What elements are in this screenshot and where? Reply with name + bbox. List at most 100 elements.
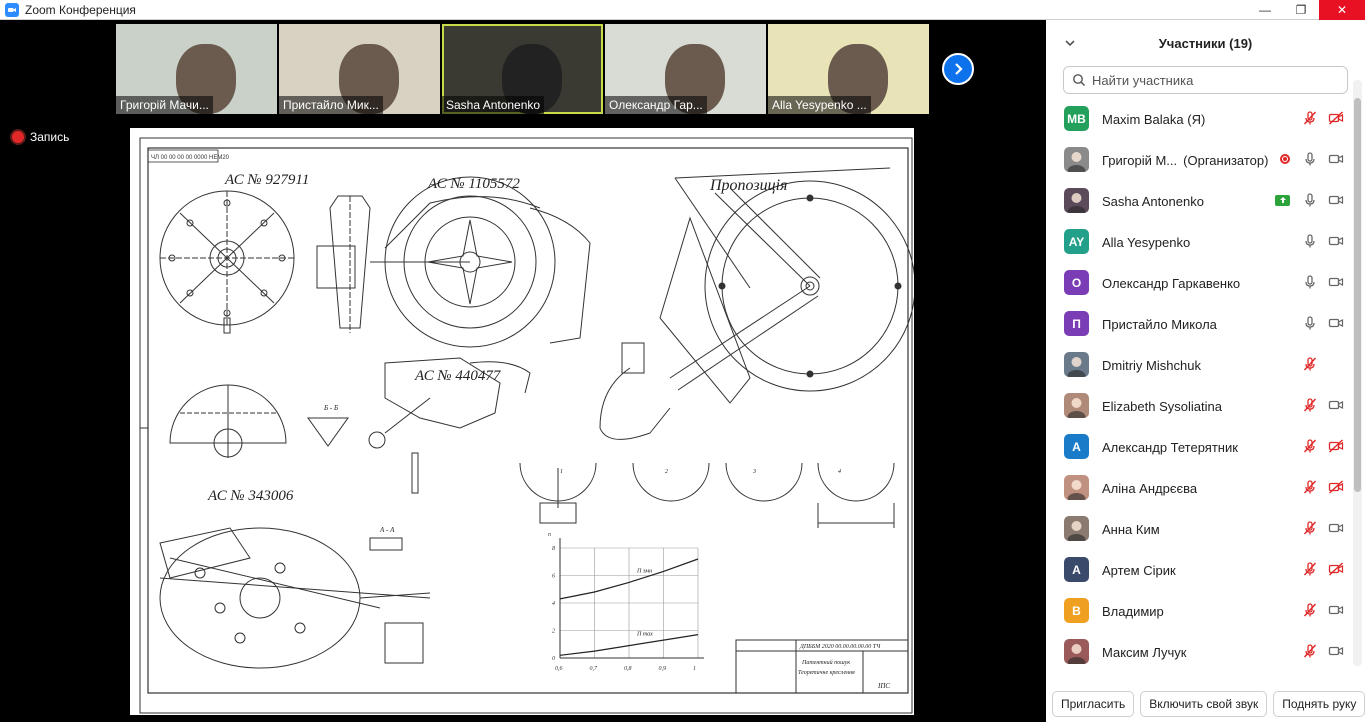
stamp-org: ІПС xyxy=(877,682,890,690)
fig-label-4: 4 xyxy=(838,468,841,475)
search-box[interactable] xyxy=(1063,66,1348,94)
participant-row[interactable]: Elizabeth Sysoliatina xyxy=(1046,386,1356,427)
participant-name-text: Maxim Balaka (Я) xyxy=(1102,112,1206,127)
mic-icon[interactable] xyxy=(1302,274,1318,290)
series-label: П эмн xyxy=(636,568,652,574)
label-ac-343006: АС № 343006 xyxy=(207,488,294,504)
video-thumbnail[interactable]: Sasha Antonenko xyxy=(442,24,603,114)
mic-muted-icon[interactable] xyxy=(1302,438,1318,454)
participant-name-text: Александр Тетерятник xyxy=(1102,440,1238,455)
x-tick-label: 1 xyxy=(693,666,696,672)
recording-icon xyxy=(1280,154,1290,164)
mic-icon[interactable] xyxy=(1302,233,1318,249)
participant-row[interactable]: Sasha Antonenko xyxy=(1046,181,1356,222)
participant-row[interactable]: Григорій М... (Организатор) xyxy=(1046,140,1356,181)
participant-row[interactable]: В Владимир xyxy=(1046,591,1356,632)
label-ac-1105572: АС № 1105572 xyxy=(427,176,520,192)
camera-icon[interactable] xyxy=(1328,643,1344,659)
panel-title: Участники (19) xyxy=(1158,35,1253,51)
chevron-down-icon[interactable] xyxy=(1063,36,1077,50)
mic-muted-icon[interactable] xyxy=(1302,520,1318,536)
mic-muted-icon[interactable] xyxy=(1302,397,1318,413)
video-thumbnail[interactable]: Олександр Гар... xyxy=(605,24,766,114)
video-thumbnail[interactable]: Пристайло Мик... xyxy=(279,24,440,114)
close-button[interactable]: ✕ xyxy=(1319,0,1365,20)
avatar: А xyxy=(1064,557,1089,582)
mic-muted-icon[interactable] xyxy=(1302,561,1318,577)
chevron-right-icon xyxy=(955,63,963,75)
label-section-b: Б - Б xyxy=(323,404,338,412)
panel-footer: Пригласить Включить свой звук Поднять ру… xyxy=(1046,686,1365,722)
label-ac-927911: АС № 927911 xyxy=(224,172,309,188)
next-page-button[interactable] xyxy=(942,53,974,85)
raise-hand-button[interactable]: Поднять руку xyxy=(1273,691,1365,717)
camera-icon[interactable] xyxy=(1328,233,1344,249)
participant-row[interactable]: Аліна Андрєєва xyxy=(1046,468,1356,509)
participant-row[interactable]: Анна Ким xyxy=(1046,509,1356,550)
camera-off-icon[interactable] xyxy=(1328,561,1344,577)
video-thumbnail[interactable]: Alla Yesypenko ... xyxy=(768,24,929,114)
invite-button[interactable]: Пригласить xyxy=(1052,691,1135,717)
participant-row[interactable]: MB Maxim Balaka (Я) xyxy=(1046,99,1356,140)
record-icon xyxy=(12,131,24,143)
participant-name: Олександр Гаркавенко xyxy=(1102,276,1240,291)
avatar xyxy=(1064,639,1089,664)
unmute-self-button[interactable]: Включить свой звук xyxy=(1140,691,1268,717)
mic-muted-icon[interactable] xyxy=(1302,643,1318,659)
photo-avatar-icon xyxy=(1067,357,1086,377)
avatar: В xyxy=(1064,598,1089,623)
participant-row[interactable]: П Пристайло Микола xyxy=(1046,304,1356,345)
mic-muted-icon[interactable] xyxy=(1302,110,1318,126)
camera-icon[interactable] xyxy=(1328,397,1344,413)
camera-icon[interactable] xyxy=(1328,151,1344,167)
avatar: MB xyxy=(1064,106,1089,131)
shared-screen: ЧЛ 00 00 00 00 0000 НЕМ20 АС № 927911 АС… xyxy=(130,128,914,715)
participant-row[interactable]: Максим Лучук xyxy=(1046,632,1356,673)
camera-off-icon[interactable] xyxy=(1328,479,1344,495)
photo-avatar-icon xyxy=(1067,152,1086,172)
avatar: О xyxy=(1064,270,1089,295)
screen-share-icon xyxy=(1275,194,1290,206)
label-section-a: А - А xyxy=(379,526,395,534)
thumbnail-name: Григорій Мачи... xyxy=(116,96,213,114)
participant-name-text: Григорій М... xyxy=(1102,153,1178,168)
participant-name-text: Артем Сірик xyxy=(1102,563,1176,578)
maximize-button[interactable]: ❐ xyxy=(1283,0,1319,20)
mic-muted-icon[interactable] xyxy=(1302,602,1318,618)
video-thumbnail[interactable]: Григорій Мачи... xyxy=(116,24,277,114)
corner-code: ЧЛ 00 00 00 00 0000 НЕМ20 xyxy=(151,155,230,161)
video-thumbnail-strip: Григорій Мачи... Пристайло Мик... Sasha An… xyxy=(116,24,929,114)
camera-icon[interactable] xyxy=(1328,315,1344,331)
participant-row[interactable]: О Олександр Гаркавенко xyxy=(1046,263,1356,304)
mic-icon[interactable] xyxy=(1302,151,1318,167)
photo-avatar-icon xyxy=(1067,193,1086,213)
mic-icon[interactable] xyxy=(1302,192,1318,208)
panel-header: Участники (19) xyxy=(1046,20,1365,66)
participant-name-text: Максим Лучук xyxy=(1102,645,1187,660)
camera-icon[interactable] xyxy=(1328,192,1344,208)
camera-off-icon[interactable] xyxy=(1328,438,1344,454)
mic-muted-icon[interactable] xyxy=(1302,356,1318,372)
camera-off-icon[interactable] xyxy=(1328,110,1344,126)
participant-row[interactable]: А Александр Тетерятник xyxy=(1046,427,1356,468)
host-role: (Организатор) xyxy=(1183,153,1269,168)
camera-icon[interactable] xyxy=(1328,602,1344,618)
avatar xyxy=(1064,393,1089,418)
minimize-button[interactable]: — xyxy=(1247,0,1283,20)
participant-name-text: Анна Ким xyxy=(1102,522,1160,537)
stamp-title-2: Теоретичне креслення xyxy=(798,670,855,676)
photo-avatar-icon xyxy=(1067,480,1086,500)
participant-name: Анна Ким xyxy=(1102,522,1160,537)
search-input[interactable] xyxy=(1092,72,1342,88)
participant-row[interactable]: А Артем Сірик xyxy=(1046,550,1356,591)
participant-row[interactable]: AY Alla Yesypenko xyxy=(1046,222,1356,263)
mic-icon[interactable] xyxy=(1302,315,1318,331)
camera-icon[interactable] xyxy=(1328,520,1344,536)
y-tick-label: 0 xyxy=(552,656,555,662)
recording-indicator[interactable]: Запись xyxy=(12,130,69,144)
scrollbar-thumb[interactable] xyxy=(1354,98,1361,492)
avatar: П xyxy=(1064,311,1089,336)
participant-row[interactable]: Dmitriy Mishchuk xyxy=(1046,345,1356,386)
mic-muted-icon[interactable] xyxy=(1302,479,1318,495)
camera-icon[interactable] xyxy=(1328,274,1344,290)
